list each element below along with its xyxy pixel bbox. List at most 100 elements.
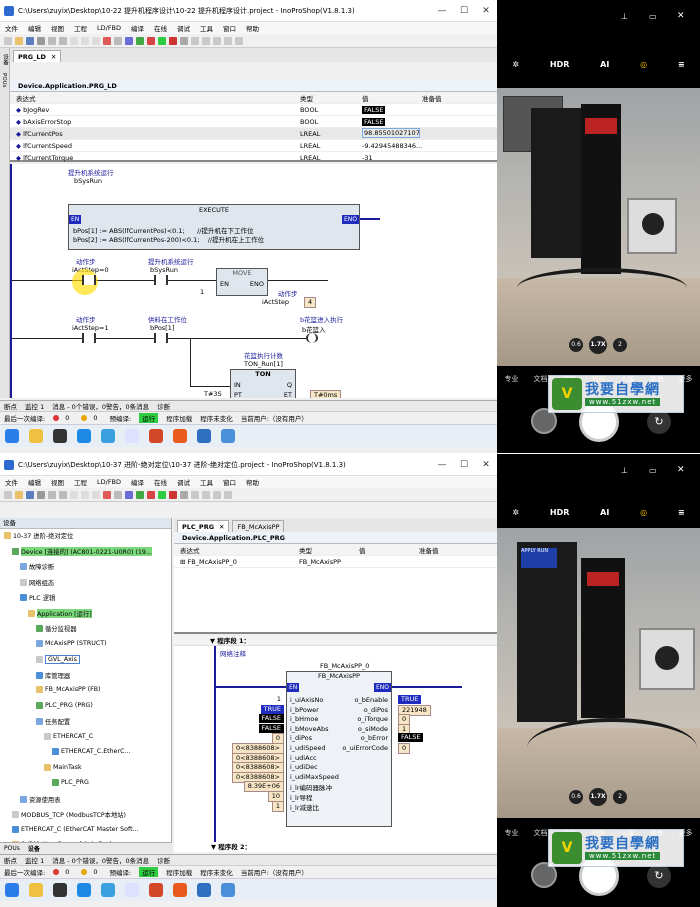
build-icon[interactable] bbox=[125, 36, 133, 45]
login-icon[interactable] bbox=[136, 36, 144, 45]
fbd-editor[interactable]: ▼ 程序段 1： 网络注释 FB_McAxisPP_0 FB_McAxisPP … bbox=[174, 636, 497, 852]
motion-icon[interactable]: ◎ bbox=[640, 60, 647, 69]
logout-icon[interactable] bbox=[147, 490, 155, 499]
tree-node[interactable]: PLC_PRG bbox=[52, 779, 89, 786]
table-row[interactable]: ◆ lfCurrentSpeed LREAL -9.42945488346... bbox=[10, 140, 497, 152]
side-tab-devices[interactable]: 设备 bbox=[28, 844, 40, 853]
build-icon[interactable] bbox=[125, 490, 133, 499]
tree-node[interactable]: MODBUS_TCP (ModbusTCP本地站) bbox=[12, 810, 126, 819]
redo-icon[interactable] bbox=[59, 490, 67, 499]
tab-watch[interactable]: 监控 1 bbox=[25, 855, 44, 865]
tree-node[interactable]: ETHERCAT_C (EtherCAT Master Soft... bbox=[12, 825, 139, 833]
table-row[interactable]: ⊞ FB_McAxisPP_0 FB_McAxisPP bbox=[174, 556, 497, 568]
breakpoint-icon[interactable] bbox=[202, 36, 210, 45]
login-icon[interactable] bbox=[136, 490, 144, 499]
zoom-2[interactable]: 2 bbox=[613, 338, 627, 352]
delete-icon[interactable] bbox=[103, 490, 111, 499]
menu-build[interactable]: 编译 bbox=[131, 23, 144, 33]
find-icon[interactable] bbox=[114, 490, 122, 499]
contact-iactstep0[interactable] bbox=[82, 275, 96, 285]
edge-icon[interactable] bbox=[77, 429, 91, 443]
mode-doc[interactable]: 文档 bbox=[534, 374, 548, 384]
tree-node[interactable]: McAxisPP (STRUCT) bbox=[36, 639, 107, 647]
new-icon[interactable] bbox=[4, 36, 12, 45]
app-icon[interactable] bbox=[173, 429, 187, 443]
menu-online[interactable]: 在线 bbox=[154, 477, 167, 487]
tree-node[interactable]: 故障诊断 bbox=[20, 562, 54, 571]
reset-icon[interactable] bbox=[180, 36, 188, 45]
logout-icon[interactable] bbox=[147, 36, 155, 45]
print-icon[interactable] bbox=[37, 36, 45, 45]
windows-start-icon[interactable] bbox=[5, 883, 19, 897]
tree-node[interactable]: 库管理器 bbox=[36, 671, 70, 680]
menu-window[interactable]: 窗口 bbox=[223, 23, 236, 33]
app-icon[interactable] bbox=[197, 883, 211, 897]
file-explorer-icon[interactable] bbox=[29, 429, 43, 443]
tab-messages[interactable]: 消息 - 0个错误，0警告，0条消息 bbox=[52, 855, 149, 865]
windows-start-icon[interactable] bbox=[5, 429, 19, 443]
paste-icon[interactable] bbox=[92, 490, 100, 499]
stop-icon[interactable] bbox=[169, 490, 177, 499]
menu-debug[interactable]: 调试 bbox=[177, 23, 190, 33]
fb-input-value[interactable]: TRUE bbox=[260, 704, 284, 714]
edge-icon[interactable] bbox=[77, 883, 91, 897]
tree-node[interactable]: 10-37 进阶-绝对定位 bbox=[4, 531, 73, 540]
app-icon[interactable] bbox=[197, 429, 211, 443]
close-icon[interactable]: ✕ bbox=[475, 460, 497, 470]
app-icon[interactable] bbox=[53, 429, 67, 443]
switch-camera-icon[interactable]: ↻ bbox=[647, 864, 671, 888]
app-icon[interactable] bbox=[173, 883, 187, 897]
app-icon[interactable] bbox=[53, 883, 67, 897]
menu-help[interactable]: 帮助 bbox=[246, 477, 259, 487]
tree-node[interactable]: Application [运行] bbox=[28, 608, 92, 618]
menu-icon[interactable]: ≡ bbox=[678, 508, 685, 517]
menu-tools[interactable]: 工具 bbox=[200, 477, 213, 487]
menu-edit[interactable]: 编辑 bbox=[28, 23, 41, 33]
powerpoint-icon[interactable] bbox=[149, 883, 163, 897]
ld-editor[interactable]: 提升机系统运行 bSysRun EXECUTE EN ENO bPos[1] :… bbox=[10, 164, 497, 398]
side-tab-devices[interactable]: 设备 bbox=[1, 54, 9, 65]
contact-bpos1[interactable] bbox=[154, 333, 168, 343]
menu-view[interactable]: 视图 bbox=[51, 23, 64, 33]
step-icon[interactable] bbox=[191, 490, 199, 499]
menu-icon[interactable]: ≡ bbox=[678, 60, 685, 69]
stop-icon[interactable] bbox=[169, 36, 177, 45]
ai-button[interactable]: AI bbox=[600, 60, 609, 69]
ai-button[interactable]: AI bbox=[600, 508, 609, 517]
zoom-0.6[interactable]: 0.6 bbox=[569, 790, 583, 804]
cut-icon[interactable] bbox=[70, 490, 78, 499]
contact-tool-icon[interactable] bbox=[213, 490, 221, 499]
move-block[interactable]: MOVE EN ENO bbox=[216, 268, 268, 296]
menu-debug[interactable]: 调试 bbox=[177, 477, 190, 487]
expand-icon[interactable]: ⊞ bbox=[180, 558, 188, 566]
fb-input-value[interactable]: 1 bbox=[271, 800, 284, 812]
open-icon[interactable] bbox=[15, 490, 23, 499]
tree-node[interactable]: 网络组态 bbox=[20, 578, 54, 587]
fb-mcaxispp-block[interactable]: FB_McAxisPP EN ENO i_uiAxisNo i_bPower i_b… bbox=[286, 671, 392, 827]
inoproshop-icon[interactable] bbox=[221, 429, 235, 443]
open-icon[interactable] bbox=[15, 36, 23, 45]
browser-icon[interactable] bbox=[101, 883, 115, 897]
switch-camera-icon[interactable]: ↻ bbox=[647, 410, 671, 434]
app-icon[interactable] bbox=[125, 429, 139, 443]
menu-help[interactable]: 帮助 bbox=[246, 23, 259, 33]
contact-tool-icon[interactable] bbox=[213, 36, 221, 45]
tab-plc-prg[interactable]: PLC_PRG ✕ bbox=[177, 520, 230, 532]
coil-tool-icon[interactable] bbox=[224, 36, 232, 45]
tab-prg-ld[interactable]: PRG_LD ✕ bbox=[13, 50, 62, 62]
browser-icon[interactable] bbox=[101, 429, 115, 443]
tab-messages[interactable]: 消息 - 0个错误，0警告，0条消息 bbox=[52, 401, 149, 411]
save-icon[interactable] bbox=[26, 36, 34, 45]
tab-close-icon[interactable]: ✕ bbox=[51, 53, 56, 61]
table-row[interactable]: ◆ lfCurrentTorque LREAL -31 bbox=[10, 152, 497, 164]
table-row[interactable]: ◆ bAxisErrorStop BOOL FALSE bbox=[10, 116, 497, 128]
zoom-1.7x[interactable]: 1.7X bbox=[589, 336, 607, 354]
find-icon[interactable] bbox=[114, 36, 122, 45]
mode-pro[interactable]: 专业 bbox=[505, 374, 519, 384]
tab-breakpoints[interactable]: 断点 bbox=[4, 855, 17, 865]
tree-node[interactable]: 任务配置 bbox=[36, 717, 70, 726]
side-tab-pous[interactable]: POUs bbox=[1, 73, 7, 88]
tree-node[interactable]: 资源使用表 bbox=[20, 795, 60, 804]
close-icon[interactable]: ✕ bbox=[677, 11, 685, 21]
mode-doc[interactable]: 文档 bbox=[534, 828, 548, 838]
